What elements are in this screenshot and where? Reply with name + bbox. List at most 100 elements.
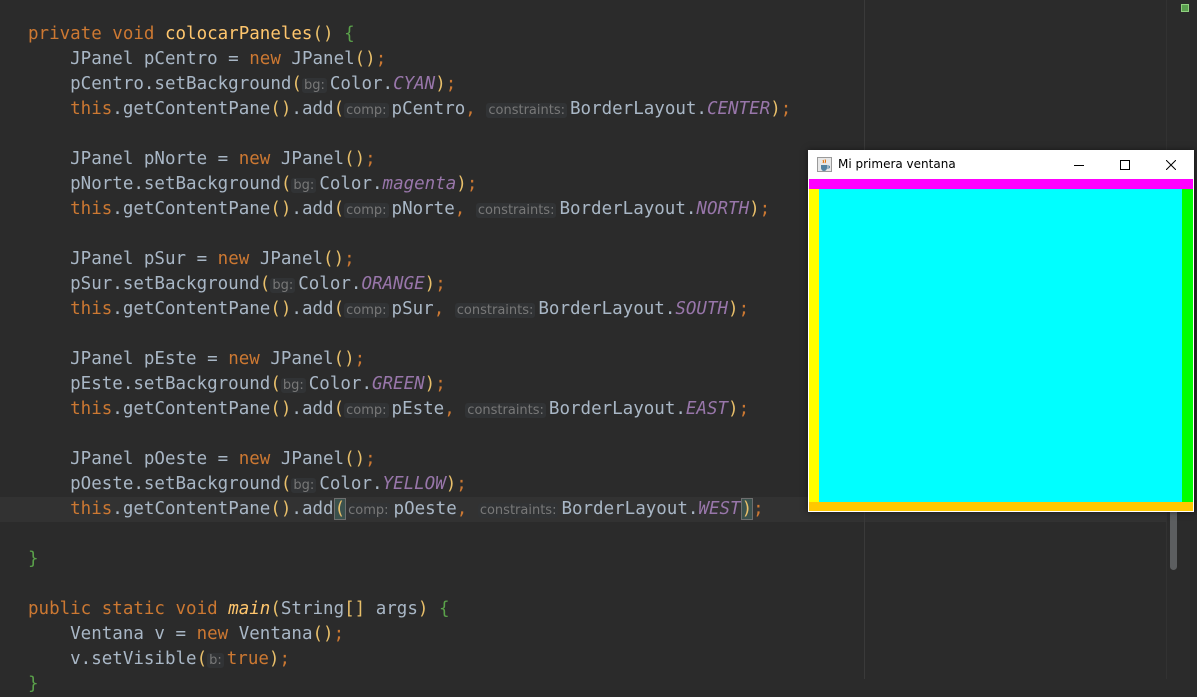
code-token: )	[728, 399, 739, 419]
code-token: ()	[270, 299, 292, 319]
code-token: pCentro.setBackground	[28, 74, 292, 94]
code-token: ;	[753, 499, 764, 519]
code-token: new	[238, 149, 281, 169]
code-token: JPanel pSur =	[28, 249, 218, 269]
code-token: JPanel pNorte =	[28, 149, 239, 169]
code-token: ()	[354, 49, 376, 69]
code-token: ;	[333, 624, 345, 644]
parameter-hint: comp:	[344, 103, 389, 118]
code-line[interactable]: pOeste.setBackground(bg: Color.YELLOW);	[28, 472, 467, 497]
code-token: pEste	[391, 399, 445, 419]
code-token: .add	[291, 99, 334, 119]
code-token: ()	[270, 99, 292, 119]
code-line[interactable]: this.getContentPane().add(comp: pCentro, …	[28, 97, 791, 122]
code-token: Color.	[308, 374, 372, 394]
code-token: ()	[344, 149, 366, 169]
code-token: .getContentPane	[112, 99, 271, 119]
code-token: ;	[435, 374, 446, 394]
minimize-icon	[1074, 164, 1084, 166]
window-titlebar[interactable]: Mi primera ventana	[808, 150, 1194, 179]
code-line[interactable]: v.setVisible(b: true);	[28, 647, 290, 672]
code-token: pOeste	[393, 499, 457, 519]
parameter-hint: constraints:	[465, 403, 546, 418]
code-token: colocarPaneles	[164, 24, 313, 44]
code-token: )	[740, 498, 754, 520]
panel-north	[809, 179, 1193, 189]
code-token: (	[333, 199, 345, 219]
code-line[interactable]: JPanel pCentro = new JPanel();	[28, 47, 386, 72]
code-token: (	[280, 174, 292, 194]
code-line[interactable]: pEste.setBackground(bg: Color.GREEN);	[28, 372, 446, 397]
code-line[interactable]: }	[28, 672, 39, 697]
code-token: BorderLayout.	[538, 299, 676, 319]
parameter-hint: b:	[207, 653, 224, 668]
code-token: ;	[279, 649, 291, 669]
code-token: JPanel pEste =	[28, 349, 229, 369]
code-line[interactable]: }	[28, 547, 39, 572]
close-button[interactable]	[1148, 150, 1194, 179]
code-token: Color.	[329, 74, 394, 94]
code-line[interactable]: public static void main(String[] args) {	[28, 597, 450, 622]
code-line[interactable]: pSur.setBackground(bg: Color.ORANGE);	[28, 272, 446, 297]
code-token: (	[270, 599, 281, 619]
code-token: JPanel	[280, 149, 345, 169]
code-token: .getContentPane	[112, 499, 271, 519]
code-line[interactable]: private void colocarPaneles() {	[28, 22, 355, 47]
code-line[interactable]: this.getContentPane().add(comp: pOeste, c…	[28, 497, 764, 522]
java-window[interactable]: Mi primera ventana	[808, 150, 1194, 512]
parameter-hint: bg:	[270, 278, 296, 293]
code-token: ;	[344, 249, 355, 269]
code-token: )	[435, 74, 446, 94]
code-line[interactable]: pNorte.setBackground(bg: Color.magenta);	[28, 172, 477, 197]
code-token: ;	[445, 74, 457, 94]
code-line[interactable]: this.getContentPane().add(comp: pNorte, c…	[28, 197, 770, 222]
code-token: NORTH	[696, 199, 750, 219]
close-icon	[1166, 159, 1176, 170]
code-token: ;	[354, 349, 366, 369]
parameter-hint: constraints:	[477, 503, 559, 518]
code-line[interactable]: JPanel pOeste = new JPanel();	[28, 447, 376, 472]
code-token: this	[28, 399, 113, 419]
code-line[interactable]: Ventana v = new Ventana();	[28, 622, 344, 647]
parameter-hint: bg:	[291, 178, 317, 193]
inspection-ok-icon[interactable]	[1181, 4, 1189, 12]
code-token: BorderLayout.	[559, 199, 697, 219]
code-token: )	[770, 99, 781, 119]
code-token: (	[291, 74, 302, 94]
code-token: ,	[454, 199, 476, 219]
code-token: true	[226, 649, 269, 669]
code-line[interactable]: JPanel pEste = new JPanel();	[28, 347, 365, 372]
code-token: ,	[433, 299, 455, 319]
code-line[interactable]: pCentro.setBackground(bg: Color.CYAN);	[28, 72, 456, 97]
code-line[interactable]: this.getContentPane().add(comp: pSur, con…	[28, 297, 749, 322]
code-token: JPanel	[259, 249, 324, 269]
code-token: (	[196, 649, 208, 669]
code-token: ()	[270, 399, 292, 419]
code-token: BorderLayout.	[561, 499, 699, 519]
code-token: ,	[465, 99, 487, 119]
maximize-button[interactable]	[1102, 150, 1148, 179]
code-token: JPanel pCentro =	[28, 49, 250, 69]
code-token: JPanel	[280, 449, 345, 469]
code-token: String	[280, 599, 345, 619]
code-token: BorderLayout.	[570, 99, 707, 119]
code-token: pNorte.setBackground	[28, 174, 281, 194]
code-token: pEste.setBackground	[28, 374, 271, 394]
code-token: CYAN	[393, 74, 436, 94]
code-token: Ventana v =	[28, 624, 197, 644]
code-line[interactable]: JPanel pNorte = new JPanel();	[28, 147, 376, 172]
code-token: public static void	[28, 599, 229, 619]
code-token: JPanel	[270, 349, 334, 369]
panel-east	[1182, 189, 1193, 502]
code-line[interactable]: this.getContentPane().add(comp: pEste, co…	[28, 397, 749, 422]
parameter-hint: constraints:	[454, 303, 536, 318]
code-token: ;	[738, 299, 750, 319]
minimize-button[interactable]	[1056, 150, 1102, 179]
code-token: []	[344, 599, 366, 619]
code-token: pOeste.setBackground	[28, 474, 281, 494]
code-line[interactable]: JPanel pSur = new JPanel();	[28, 247, 355, 272]
code-token: {	[344, 24, 355, 44]
code-token: Ventana	[238, 624, 313, 644]
code-token: }	[28, 674, 39, 694]
code-token: Color.	[319, 174, 383, 194]
